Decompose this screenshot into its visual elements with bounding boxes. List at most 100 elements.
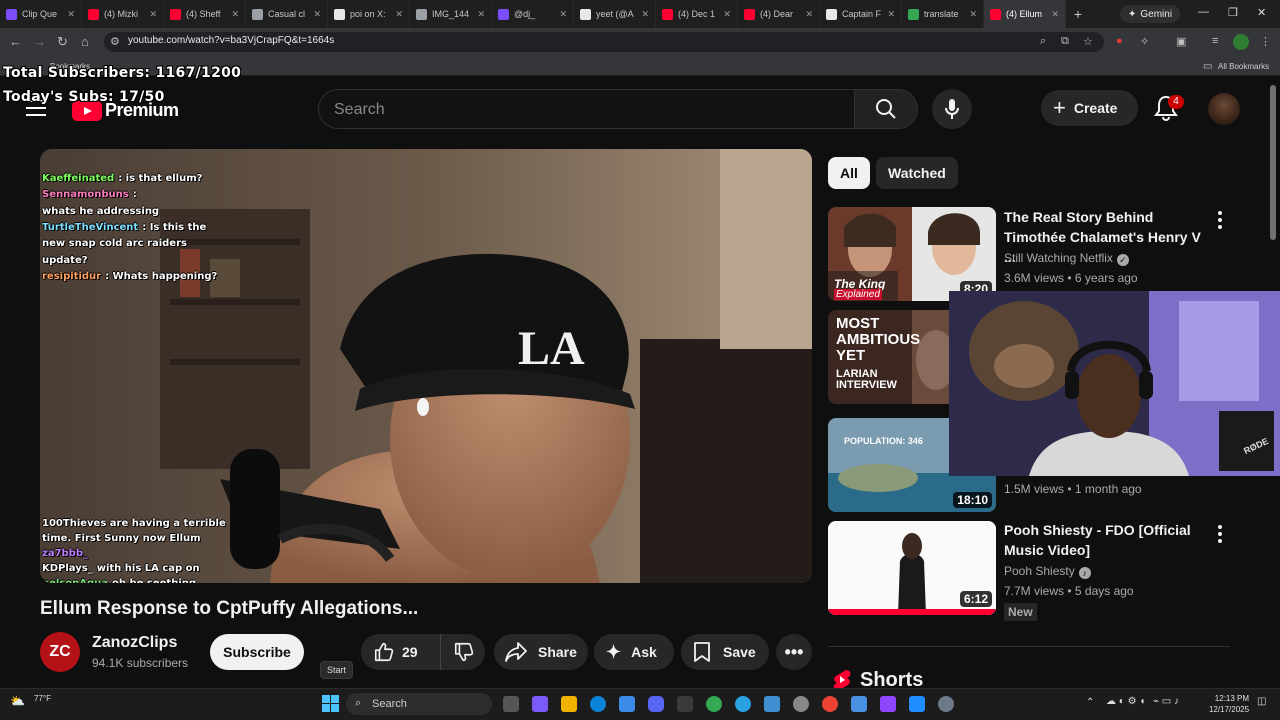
taskbar-search[interactable]: ⌕ Search bbox=[346, 693, 492, 715]
kebab-menu-icon[interactable] bbox=[1218, 211, 1224, 232]
menu-dots-icon[interactable]: ⋮ bbox=[1260, 35, 1271, 48]
back-icon[interactable]: ← bbox=[9, 34, 22, 49]
discord-icon[interactable] bbox=[648, 696, 664, 712]
video-player[interactable]: LA Kaeffeinated: is that ellum? Sennamonb… bbox=[40, 149, 812, 583]
account-avatar[interactable] bbox=[1208, 93, 1240, 125]
maximize-icon[interactable]: ❐ bbox=[1228, 6, 1238, 19]
zoom-icon[interactable]: ⌕ bbox=[1040, 35, 1046, 48]
tab-close-icon[interactable]: ✕ bbox=[149, 9, 157, 20]
notification-center-icon[interactable]: ◫ bbox=[1257, 696, 1266, 707]
tab-close-icon[interactable]: ✕ bbox=[887, 9, 895, 20]
browser-tab[interactable]: (4) Ellum ✕ bbox=[984, 0, 1066, 28]
dislike-button[interactable] bbox=[441, 634, 475, 670]
search-button[interactable] bbox=[854, 89, 918, 129]
browser-tab[interactable]: (4) Dec 1 ✕ bbox=[656, 0, 738, 28]
browser-tab[interactable]: poi on X: ✕ bbox=[328, 0, 410, 28]
tab-close-icon[interactable]: ✕ bbox=[805, 9, 813, 20]
like-button[interactable]: 29 bbox=[361, 634, 441, 670]
weather-icon[interactable]: ⛅ bbox=[10, 694, 25, 708]
video-title: Ellum Response to CptPuffy Allegations..… bbox=[40, 598, 419, 619]
tray-overflow-icon[interactable]: ⌃ bbox=[1086, 697, 1094, 708]
browser-tab[interactable]: IMG_144 ✕ bbox=[410, 0, 492, 28]
app-icon[interactable] bbox=[735, 696, 751, 712]
copilot-icon[interactable] bbox=[532, 696, 548, 712]
tab-close-icon[interactable]: ✕ bbox=[723, 9, 731, 20]
browser-tab[interactable]: yeet (@A ✕ bbox=[574, 0, 656, 28]
tab-close-icon[interactable]: ✕ bbox=[1051, 9, 1059, 20]
tab-close-icon[interactable]: ✕ bbox=[477, 9, 485, 20]
notepad-icon[interactable] bbox=[851, 696, 867, 712]
browser-tab[interactable]: (4) Dear ✕ bbox=[738, 0, 820, 28]
home-icon[interactable]: ⌂ bbox=[81, 34, 89, 49]
rec-channel-4[interactable]: Pooh Shiesty ♪ bbox=[1004, 564, 1091, 579]
xbox-icon[interactable] bbox=[677, 696, 693, 712]
photos-icon[interactable] bbox=[764, 696, 780, 712]
chip-watched[interactable]: Watched bbox=[876, 157, 958, 189]
share-button[interactable]: Share bbox=[494, 634, 588, 670]
browser-tab[interactable]: @dj_ ✕ bbox=[492, 0, 574, 28]
app-icon[interactable] bbox=[909, 696, 925, 712]
tab-favicon-icon bbox=[662, 8, 673, 20]
chip-all[interactable]: All bbox=[828, 157, 870, 189]
save-button[interactable]: Save bbox=[681, 634, 769, 670]
browser-tab[interactable]: Casual cl ✕ bbox=[246, 0, 328, 28]
browser-tab[interactable]: translate ✕ bbox=[902, 0, 984, 28]
tab-close-icon[interactable]: ✕ bbox=[559, 9, 567, 20]
profile-avatar[interactable] bbox=[1233, 34, 1249, 50]
rec-channel-1[interactable]: Still Watching Netflix ✓ bbox=[1004, 251, 1129, 266]
weather-temp[interactable]: 77°F bbox=[34, 694, 51, 703]
subscribe-button[interactable]: Subscribe bbox=[210, 634, 304, 670]
extension-red-icon[interactable]: ● bbox=[1116, 35, 1123, 47]
tab-close-icon[interactable]: ✕ bbox=[969, 9, 977, 20]
file-explorer-icon[interactable] bbox=[561, 696, 577, 712]
tray-icons[interactable]: ☁ ◐ ⚙ ◖ bbox=[1106, 696, 1145, 707]
tab-close-icon[interactable]: ✕ bbox=[67, 9, 75, 20]
new-tab-icon[interactable]: + bbox=[1066, 6, 1090, 22]
more-actions-button[interactable]: ••• bbox=[776, 634, 812, 670]
kebab-menu-icon[interactable] bbox=[1218, 525, 1224, 546]
create-button[interactable]: + Create bbox=[1041, 90, 1138, 126]
tab-close-icon[interactable]: ✕ bbox=[395, 9, 403, 20]
twitch-icon[interactable] bbox=[880, 696, 896, 712]
voice-search-button[interactable] bbox=[932, 89, 972, 129]
browser-tab[interactable]: (4) Mizki ✕ bbox=[82, 0, 164, 28]
install-icon[interactable]: ⧉ bbox=[1061, 35, 1069, 48]
browser-tab[interactable]: Captain F ✕ bbox=[820, 0, 902, 28]
browser-tab[interactable]: (4) Sheff ✕ bbox=[164, 0, 246, 28]
ask-button[interactable]: ✦ Ask bbox=[594, 634, 674, 670]
search-input[interactable]: Search bbox=[318, 89, 854, 129]
site-info-icon[interactable]: ⚙ bbox=[110, 35, 120, 48]
extensions-icon[interactable]: ✧ bbox=[1140, 35, 1149, 48]
browser-tab[interactable]: Clip Que ✕ bbox=[0, 0, 82, 28]
rec-thumbnail-1[interactable]: The King Explained 8:20 bbox=[828, 207, 996, 301]
rec-title-4[interactable]: Pooh Shiesty - FDO [Official Music Video] bbox=[1004, 520, 1208, 560]
side-panel-icon[interactable]: ▣ bbox=[1176, 35, 1186, 48]
minimize-icon[interactable]: — bbox=[1198, 6, 1209, 18]
url-text[interactable]: youtube.com/watch?v=ba3VjCrapFQ&t=1664s bbox=[128, 35, 334, 46]
channel-avatar[interactable]: ZC bbox=[40, 632, 80, 672]
gemini-button[interactable]: ✦ Gemini bbox=[1120, 5, 1181, 23]
share-label: Share bbox=[538, 644, 577, 660]
edge-icon[interactable] bbox=[590, 696, 606, 712]
forward-icon[interactable]: → bbox=[33, 34, 46, 49]
page-scrollbar[interactable] bbox=[1270, 85, 1276, 240]
settings-gear-icon[interactable] bbox=[938, 696, 954, 712]
close-window-icon[interactable]: ✕ bbox=[1257, 6, 1266, 19]
network-volume-icons[interactable]: ⌁ ▭ ♪ bbox=[1153, 696, 1179, 707]
app-icon[interactable] bbox=[793, 696, 809, 712]
tab-close-icon[interactable]: ✕ bbox=[231, 9, 239, 20]
chrome-icon[interactable] bbox=[706, 696, 722, 712]
channel-name[interactable]: ZanozClips bbox=[92, 634, 177, 652]
reload-icon[interactable]: ↻ bbox=[57, 34, 68, 50]
store-icon[interactable] bbox=[619, 696, 635, 712]
tab-close-icon[interactable]: ✕ bbox=[313, 9, 321, 20]
bookmark-star-icon[interactable]: ☆ bbox=[1083, 35, 1093, 48]
all-bookmarks-label[interactable]: All Bookmarks bbox=[1218, 62, 1269, 71]
rec-thumbnail-4[interactable]: 6:12 bbox=[828, 521, 996, 615]
media-icon[interactable]: ≡ bbox=[1212, 35, 1218, 47]
tab-close-icon[interactable]: ✕ bbox=[641, 9, 649, 20]
taskbar-clock[interactable]: 12:13 PM 12/17/2025 bbox=[1209, 693, 1249, 715]
chrome-alt-icon[interactable] bbox=[822, 696, 838, 712]
task-view-icon[interactable] bbox=[503, 696, 519, 712]
windows-start-icon[interactable] bbox=[322, 695, 340, 713]
